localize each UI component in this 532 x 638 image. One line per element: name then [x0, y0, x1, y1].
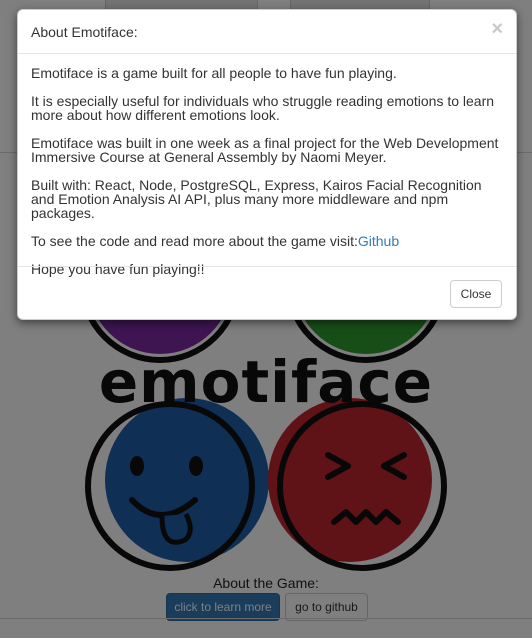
- close-button[interactable]: Close: [450, 280, 502, 308]
- purpose-paragraph: It is especially useful for individuals …: [31, 93, 495, 123]
- tech-stack-paragraph: Built with: React, Node, PostgreSQL, Exp…: [31, 177, 482, 221]
- about-modal: About Emotiface: × Emotiface is a game b…: [17, 9, 517, 320]
- intro-paragraph: Emotiface is a game built for all people…: [31, 65, 397, 81]
- close-icon[interactable]: ×: [491, 19, 503, 39]
- modal-header: About Emotiface: ×: [18, 10, 516, 54]
- code-link-text: To see the code and read more about the …: [31, 233, 358, 249]
- modal-footer: Close: [18, 266, 516, 320]
- origin-paragraph: Emotiface was built in one week as a fin…: [31, 135, 499, 165]
- code-link-paragraph: To see the code and read more about the …: [31, 234, 501, 248]
- modal-body: Emotiface is a game built for all people…: [31, 66, 501, 290]
- modal-title: About Emotiface:: [31, 24, 138, 40]
- github-link[interactable]: Github: [358, 233, 399, 249]
